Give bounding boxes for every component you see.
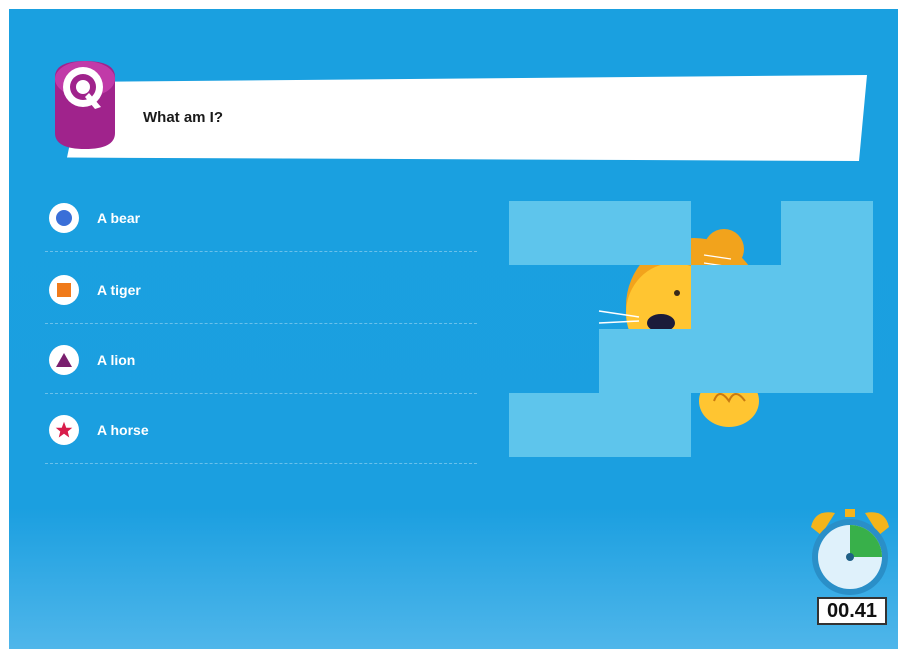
- puzzle-tile: [691, 265, 873, 329]
- answer-label: A lion: [97, 352, 136, 368]
- answer-label: A tiger: [97, 282, 141, 298]
- hidden-image-puzzle: [509, 201, 873, 461]
- q-logo-icon: [55, 61, 115, 149]
- game-stage: What am I? A bear A tiger A lion A horse: [9, 9, 898, 649]
- answer-label: A horse: [97, 422, 149, 438]
- puzzle-tile: [509, 201, 691, 265]
- alarm-clock-icon: [811, 509, 889, 595]
- circle-icon: [49, 203, 79, 233]
- countdown-timer: 00.41: [805, 505, 895, 631]
- answer-option-horse[interactable]: A horse: [45, 413, 477, 464]
- square-icon: [49, 275, 79, 305]
- answer-label: A bear: [97, 210, 141, 226]
- puzzle-tile: [781, 201, 873, 265]
- puzzle-tile: [599, 329, 873, 393]
- answer-option-tiger[interactable]: A tiger: [45, 273, 477, 324]
- triangle-icon: [49, 345, 79, 375]
- answer-option-bear[interactable]: A bear: [45, 201, 477, 252]
- question-text: What am I?: [143, 109, 224, 126]
- answer-option-lion[interactable]: A lion: [45, 343, 477, 394]
- star-icon: [49, 415, 79, 445]
- timer-readout: 00.41: [817, 597, 887, 625]
- puzzle-tile: [509, 393, 691, 457]
